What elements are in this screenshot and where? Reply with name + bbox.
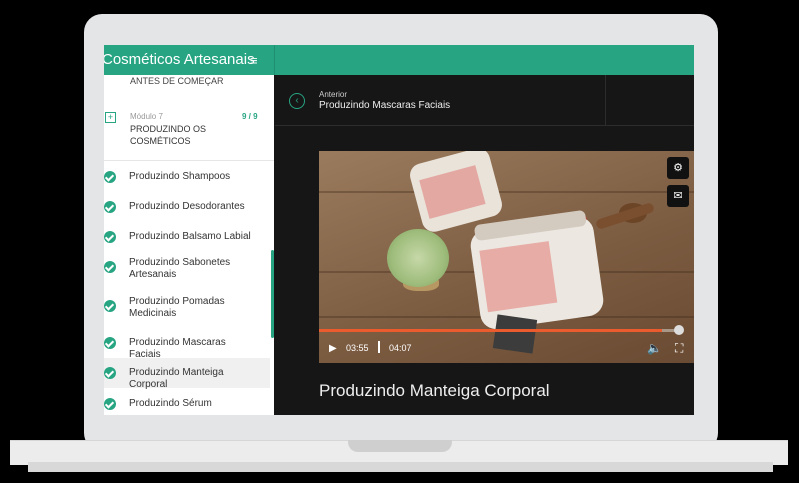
lesson-label: Produzindo Shampoos (129, 171, 231, 182)
progress-fill (319, 329, 663, 332)
lesson-label: Produzindo Manteiga Corporal (129, 367, 224, 390)
previous-lesson-link[interactable]: Produzindo Mascaras Faciais (319, 100, 450, 111)
module-header[interactable]: + Módulo 7 9 / 9 PRODUZINDO OS COSMÉTICO… (104, 100, 274, 161)
check-icon (104, 367, 116, 379)
divider (274, 45, 275, 75)
succulent-image (387, 229, 449, 287)
module-number: Módulo 7 (130, 112, 163, 121)
settings-gear-icon[interactable]: ⚙ (667, 157, 689, 179)
lesson-item[interactable]: Produzindo Balsamo Labial (104, 225, 270, 249)
module-title: PRODUZINDO OS COSMÉTICOS (130, 124, 207, 146)
laptop-notch (348, 440, 452, 452)
lesson-label: Produzindo Sérum (129, 398, 212, 409)
module-expand-icon: + (105, 112, 116, 123)
sidebar: ANTES DE COMEÇAR + Módulo 7 9 / 9 PRODUZ… (104, 75, 274, 415)
lesson-label: Produzindo Sabonetes Artesanais (129, 257, 231, 280)
current-time: 03:55 (346, 343, 369, 353)
fullscreen-icon[interactable]: ⛶ (675, 341, 683, 356)
total-time: 04:07 (389, 343, 412, 353)
check-icon (104, 201, 116, 213)
wood-grain (319, 191, 694, 193)
top-bar: Cosméticos Artesanais ≡ (104, 45, 694, 75)
jar-image (468, 209, 606, 332)
check-icon (104, 231, 116, 243)
lesson-title: Produzindo Manteiga Corporal (319, 381, 550, 400)
progress-handle[interactable] (674, 325, 684, 335)
player-controls: ▶ 03:55 04:07 🔈 ⛶ (319, 335, 694, 363)
check-icon (104, 398, 116, 410)
lesson-label: Produzindo Balsamo Labial (129, 231, 251, 242)
lesson-item[interactable]: Produzindo Mascaras Faciais (104, 331, 270, 360)
course-title: Cosméticos Artesanais (104, 51, 255, 68)
menu-icon[interactable]: ≡ (250, 53, 258, 68)
volume-icon[interactable]: 🔈 (647, 341, 662, 355)
previous-module-label[interactable]: ANTES DE COMEÇAR (130, 76, 224, 86)
check-icon (104, 300, 116, 312)
lesson-item[interactable]: Produzindo Sabonetes Artesanais (104, 253, 270, 285)
lesson-navigation: ‹ Anterior Produzindo Mascaras Faciais (275, 75, 694, 126)
lesson-item[interactable]: Produzindo Sérum (104, 392, 270, 415)
chevron-left-icon[interactable]: ‹ (289, 93, 305, 109)
lesson-item[interactable]: Produzindo Pomadas Medicinais (104, 292, 270, 324)
video-player[interactable]: ⚙ ✉ ▶ 03:55 04:07 🔈 ⛶ (319, 151, 694, 363)
check-icon (104, 171, 116, 183)
anterior-label: Anterior (319, 90, 348, 99)
divider (605, 75, 606, 125)
module-progress-count: 9 / 9 (242, 112, 258, 121)
check-icon (104, 337, 116, 349)
comment-icon[interactable]: ✉ (667, 185, 689, 207)
lesson-label: Produzindo Pomadas Medicinais (129, 296, 225, 319)
progress-bar[interactable] (319, 329, 679, 332)
play-icon[interactable]: ▶ (329, 343, 337, 354)
lesson-item[interactable]: Produzindo Desodorantes (104, 195, 270, 219)
app-screen: Cosméticos Artesanais ≡ ANTES DE COMEÇAR… (104, 45, 694, 415)
lesson-label: Produzindo Desodorantes (129, 201, 245, 212)
sidebar-scrollbar[interactable] (271, 250, 274, 338)
check-icon (104, 261, 116, 273)
time-separator (378, 341, 380, 353)
lesson-item[interactable]: Produzindo Shampoos (104, 165, 270, 189)
lesson-item-active[interactable]: Produzindo Manteiga Corporal (104, 358, 270, 390)
laptop-base-shadow (28, 462, 773, 472)
